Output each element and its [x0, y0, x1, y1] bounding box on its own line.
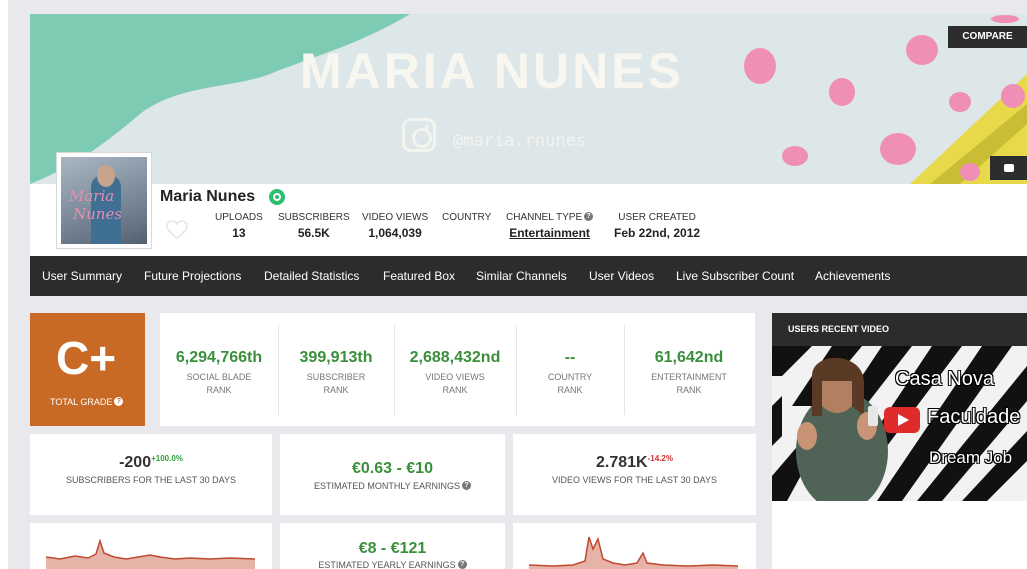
video-overlay-line-2: Faculdade: [927, 406, 1021, 428]
instagram-icon: [402, 118, 436, 152]
content-area: MARIA NUNES @maria.rnunes COMPARE Maria …: [8, 0, 1027, 569]
compare-button[interactable]: COMPARE: [948, 26, 1027, 48]
left-gutter: [0, 0, 8, 569]
recent-video-title: USERS RECENT VIDEO: [772, 313, 1027, 346]
banner-title: MARIA NUNES: [300, 43, 684, 99]
subscribers-30-days-box: -200+100.0% SUBSCRIBERS FOR THE LAST 30 …: [30, 434, 272, 515]
avatar-script-2: Nunes: [73, 205, 123, 223]
rank-social-blade: 6,294,766th SOCIAL BLADE RANK: [175, 349, 263, 395]
subscribers-sparkline: [45, 538, 256, 569]
monthly-earnings-label: ESTIMATED MONTHLY EARNINGS: [313, 481, 461, 491]
avatar-script-1: Maria: [69, 187, 115, 205]
rank-country: -- COUNTRY RANK: [547, 349, 593, 395]
tab-featured-box[interactable]: Featured Box: [383, 256, 455, 296]
monthly-earnings-value: €0.63 - €10: [352, 460, 433, 477]
ranks-card: 6,294,766th SOCIAL BLADE RANK 399,913th …: [160, 313, 755, 426]
views-30-days-box: 2.781K-14.2% VIDEO VIEWS FOR THE LAST 30…: [513, 434, 756, 515]
stat-subscribers: SUBSCRIBERS 56.5K: [278, 212, 350, 240]
stat-country: COUNTRY: [442, 212, 492, 223]
monthly-earnings-box: €0.63 - €10 ESTIMATED MONTHLY EARNINGS?: [280, 434, 505, 515]
subscribers-30-days-delta: +100.0%: [151, 454, 183, 463]
tab-live-subscriber-count[interactable]: Live Subscriber Count: [676, 256, 794, 296]
tab-similar-channels[interactable]: Similar Channels: [476, 256, 567, 296]
heart-icon[interactable]: [166, 220, 188, 240]
subscribers-30-days-label: SUBSCRIBERS FOR THE LAST 30 DAYS: [65, 475, 237, 485]
rank-video-views: 2,688,432nd VIDEO VIEWS RANK: [409, 349, 501, 395]
subscribers-sparkline-box: [30, 523, 272, 569]
rank-entertainment: 61,642nd ENTERTAINMENT RANK: [651, 349, 727, 395]
channel-banner: MARIA NUNES @maria.rnunes: [30, 14, 1027, 184]
tab-user-videos[interactable]: User Videos: [589, 256, 654, 296]
views-30-days-label: VIDEO VIEWS FOR THE LAST 30 DAYS: [551, 475, 718, 485]
banner-handle: @maria.rnunes: [453, 131, 587, 151]
youtube-icon[interactable]: [990, 156, 1027, 180]
help-icon[interactable]: ?: [584, 212, 594, 221]
total-grade-card: C+ TOTAL GRADE?: [30, 313, 145, 426]
yearly-earnings-value: €8 - €121: [358, 540, 427, 557]
stat-user-created: USER CREATED Feb 22nd, 2012: [614, 212, 701, 240]
video-overlay-line-1: Casa Nova: [895, 368, 994, 390]
yearly-earnings-box: €8 - €121 ESTIMATED YEARLY EARNINGS?: [280, 523, 505, 569]
total-grade: C+: [56, 332, 117, 384]
views-sparkline-box: [513, 523, 756, 569]
tab-detailed-statistics[interactable]: Detailed Statistics: [264, 256, 359, 296]
tab-future-projections[interactable]: Future Projections: [144, 256, 241, 296]
play-icon[interactable]: [884, 407, 920, 433]
views-sparkline: [528, 536, 739, 569]
channel-name: Maria Nunes: [160, 188, 256, 205]
channel-nav: User Summary Future Projections Detailed…: [30, 256, 1027, 296]
total-grade-label: TOTAL GRADE: [50, 397, 113, 407]
subscribers-30-days-value: -200: [119, 454, 152, 471]
rank-subscriber: 399,913th SUBSCRIBER RANK: [299, 349, 373, 395]
tab-achievements[interactable]: Achievements: [815, 256, 890, 296]
views-30-days-delta: -14.2%: [647, 454, 673, 463]
page: MARIA NUNES @maria.rnunes COMPARE Maria …: [0, 0, 1027, 569]
channel-type-link[interactable]: Entertainment: [506, 226, 593, 240]
avatar-image: Maria Nunes: [61, 157, 147, 244]
recent-video-thumbnail[interactable]: Casa Nova Faculdade Dream Job: [772, 346, 1027, 501]
stat-uploads: UPLOADS 13: [215, 212, 263, 240]
views-30-days-value: 2.781K: [596, 454, 648, 471]
video-overlay-line-3: Dream Job: [929, 448, 1013, 467]
tab-user-summary[interactable]: User Summary: [42, 256, 122, 296]
stat-channel-type: CHANNEL TYPE? Entertainment: [506, 212, 594, 240]
avatar: Maria Nunes: [56, 152, 152, 249]
help-icon[interactable]: ?: [462, 481, 472, 490]
yearly-earnings-label: ESTIMATED YEARLY EARNINGS: [318, 560, 456, 569]
help-icon[interactable]: ?: [457, 560, 467, 569]
verified-icon: [269, 189, 285, 205]
help-icon[interactable]: ?: [114, 397, 124, 406]
stat-video-views: VIDEO VIEWS 1,064,039: [362, 212, 429, 240]
